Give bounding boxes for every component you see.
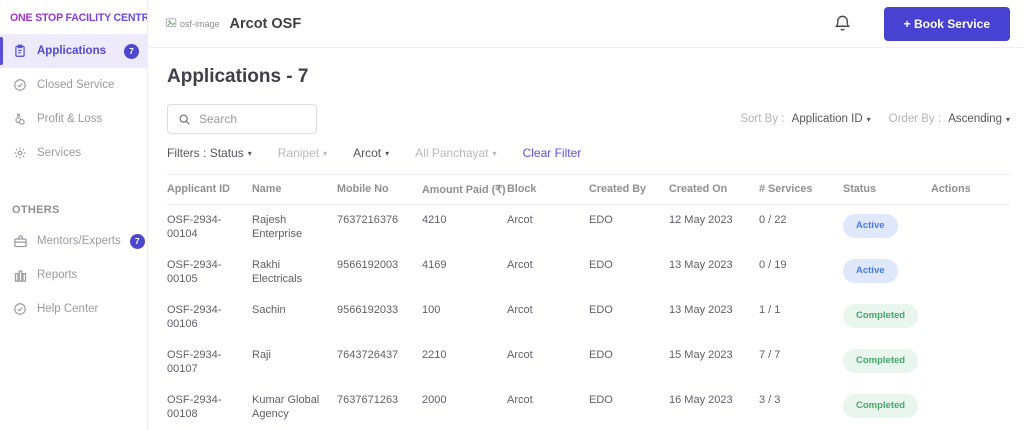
- order-by-dropdown[interactable]: Ascending: [948, 113, 1002, 125]
- filters-label: Filters :: [167, 146, 207, 160]
- sidebar-item-help-center[interactable]: Help Center: [0, 292, 147, 326]
- chevron-down-icon: ▾: [492, 148, 497, 158]
- table-row: OSF-2934-00108 Kumar Global Agency 76376…: [167, 385, 1010, 430]
- search-icon: [178, 113, 191, 126]
- table-row: OSF-2934-00104 Rajesh Enterprise 7637216…: [167, 205, 1010, 250]
- chevron-down-icon: ▾: [1005, 115, 1010, 124]
- sidebar-item-label: Mentors/Experts: [37, 235, 121, 247]
- sidebar-item-services[interactable]: Services: [0, 136, 147, 170]
- profit-loss-icon: [12, 111, 28, 127]
- notification-bell-icon[interactable]: [833, 14, 852, 33]
- search-input[interactable]: [199, 112, 306, 126]
- status-badge: Completed: [843, 349, 919, 373]
- sidebar-item-label: Reports: [37, 269, 78, 281]
- sort-by-dropdown[interactable]: Application ID: [792, 113, 863, 125]
- mentors-count-badge: 7: [129, 233, 145, 249]
- column-header: Created On: [669, 183, 728, 195]
- block-filter-dropdown[interactable]: Arcot ▾: [353, 146, 389, 160]
- clipboard-icon: [12, 43, 28, 59]
- logo-alt-text: osf-image: [180, 18, 220, 29]
- chevron-down-icon: ▾: [247, 148, 252, 158]
- clear-filter-link[interactable]: Clear Filter: [523, 146, 582, 160]
- chevron-down-icon: ▾: [323, 148, 328, 158]
- brand-title: ONE STOP FACILITY CENTRE: [0, 8, 156, 34]
- sidebar-item-label: Help Center: [37, 303, 99, 315]
- panchayat-filter-dropdown[interactable]: All Panchayat ▾: [415, 146, 496, 160]
- applications-count-badge: 7: [124, 43, 139, 59]
- sidebar-item-label: Applications: [37, 45, 107, 57]
- column-header: Name: [252, 183, 282, 195]
- check-circle-icon: [12, 77, 28, 93]
- gear-icon: [12, 145, 28, 161]
- page-title: Arcot OSF: [229, 15, 302, 32]
- column-header: Created By: [589, 183, 647, 195]
- column-header: Amount Paid (₹): [422, 184, 506, 196]
- table-row: OSF-2934-00105 Rakhi Electricals 9566192…: [167, 250, 1010, 295]
- sidebar: ONE STOP FACILITY CENTRE Applications 7 …: [0, 0, 156, 430]
- column-header: # Services: [759, 183, 813, 195]
- table-header-row: Applicant ID Name Mobile No Amount Paid …: [167, 174, 1010, 205]
- book-service-button[interactable]: + Book Service: [883, 6, 1010, 41]
- content-area: Applications - 7 Sort By : Application I…: [148, 48, 1024, 430]
- search-box[interactable]: [167, 104, 317, 134]
- sidebar-section-others: OTHERS: [12, 204, 60, 216]
- status-filter-dropdown[interactable]: Filters : Status ▾: [167, 146, 252, 160]
- sort-controls: Sort By : Application ID ▾ Order By : Asc…: [740, 113, 1010, 125]
- applications-heading: Applications - 7: [167, 66, 309, 87]
- chevron-down-icon: ▾: [385, 148, 390, 158]
- help-circle-icon: [12, 301, 28, 317]
- chevron-down-icon: ▾: [866, 115, 871, 124]
- status-badge: Completed: [843, 304, 919, 328]
- sort-by-label: Sort By :: [740, 113, 785, 125]
- sidebar-item-label: Services: [37, 147, 82, 159]
- sidebar-item-label: Profit & Loss: [37, 113, 103, 125]
- top-header-bar: osf-image Arcot OSF + Book Service: [148, 0, 1024, 48]
- order-by-label: Order By :: [888, 113, 942, 125]
- status-badge: Active: [843, 214, 898, 238]
- column-header: Applicant ID: [167, 183, 230, 195]
- status-badge: Active: [843, 259, 898, 283]
- bar-chart-icon: [12, 267, 28, 283]
- sidebar-item-mentors-experts[interactable]: Mentors/Experts 7: [0, 224, 147, 258]
- filters-row: Filters : Status ▾ Ranipet ▾ Arcot ▾ All Pa…: [167, 146, 1010, 160]
- briefcase-icon: [12, 233, 28, 249]
- status-badge: Completed: [843, 394, 919, 418]
- app-window: ONE STOP FACILITY CENTRE Applications 7 …: [0, 0, 1024, 430]
- sidebar-item-reports[interactable]: Reports: [0, 258, 147, 292]
- applications-table: Applicant ID Name Mobile No Amount Paid …: [167, 174, 1010, 430]
- sidebar-item-label: Closed Service: [37, 79, 115, 91]
- table-row: OSF-2934-00107 Raji 7643726437 2210 Arco…: [167, 340, 1010, 385]
- main-area: osf-image Arcot OSF + Book Service Appli…: [148, 0, 1024, 430]
- sidebar-item-closed-service[interactable]: Closed Service: [0, 68, 147, 102]
- column-header: Block: [507, 183, 537, 195]
- broken-image-icon: osf-image: [166, 18, 220, 29]
- column-header: Actions: [931, 183, 971, 195]
- district-filter-dropdown[interactable]: Ranipet ▾: [278, 146, 327, 160]
- column-header: Mobile No: [337, 183, 389, 195]
- table-row: OSF-2934-00106 Sachin 9566192033 100 Arc…: [167, 295, 1010, 340]
- sidebar-item-applications[interactable]: Applications 7: [0, 34, 147, 68]
- sidebar-item-profit-loss[interactable]: Profit & Loss: [0, 102, 147, 136]
- column-header: Status: [843, 183, 876, 195]
